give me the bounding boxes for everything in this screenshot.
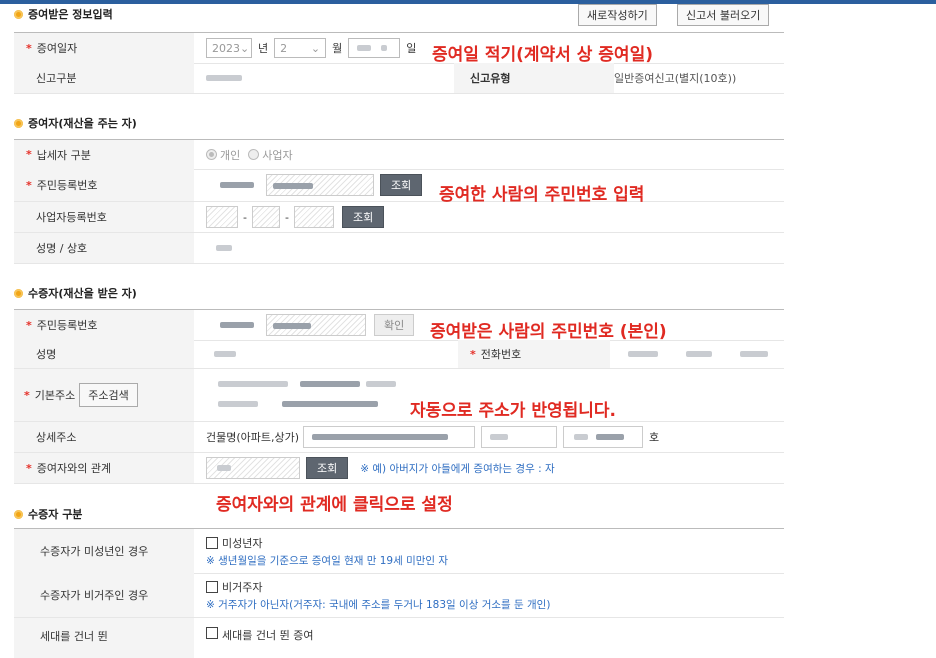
bizno-row: 사업자등록번호 - - 조회 xyxy=(14,202,784,233)
generation-skip-row: 세대를 건너 뛴 세대를 건너 뛴 증여 xyxy=(14,618,784,658)
address-row: * 기본주소 주소검색 xyxy=(14,369,784,422)
bizno-part2-input[interactable] xyxy=(251,206,280,228)
generation-skip-checkbox[interactable] xyxy=(206,627,218,639)
dong-input[interactable] xyxy=(481,426,558,448)
building-name-input[interactable] xyxy=(303,426,476,448)
relation-input[interactable] xyxy=(206,457,300,479)
report-kind-label: 신고유형 xyxy=(470,72,511,85)
radio-business[interactable] xyxy=(248,149,260,160)
chevron-down-icon: ⌄ xyxy=(240,41,250,55)
address-search-button[interactable]: 주소검색 xyxy=(79,383,138,407)
donee-rrn-back-input[interactable] xyxy=(266,314,366,336)
new-form-button[interactable]: 새로작성하기 xyxy=(578,4,657,26)
minor-row: 수증자가 미성년인 경우 미성년자 ※ 생년월일을 기준으로 증여일 현재 만 … xyxy=(14,528,784,574)
taxpayer-type-row: * 납세자 구분 개인 사업자 xyxy=(14,139,784,170)
phone-label: 전화번호 xyxy=(480,348,522,361)
minor-checkbox[interactable] xyxy=(206,536,218,549)
annotation-address: 자동으로 주소가 반영됩니다. xyxy=(410,401,616,421)
donor-lookup-button[interactable]: 조회 xyxy=(380,174,423,196)
annotation-relation: 증여자와의 관계에 클릭으로 설정 xyxy=(216,495,453,515)
detail-address-row: 상세주소 건물명(아파트,상가) 호 xyxy=(14,422,784,453)
section-bullet-icon xyxy=(14,9,23,19)
section-bullet-icon xyxy=(14,509,23,519)
report-type-row: 신고구분 신고유형 일반증여신고(별지(10호)) xyxy=(14,63,784,94)
nonresident-row: 수증자가 비거주인 경우 비거주자 ※ 거주자가 아닌자(거주자: 국내에 주소… xyxy=(14,573,784,618)
annotation-gift-date: 증여일 적기(계약서 상 증여일) xyxy=(432,45,653,65)
section-donor-title: 증여자(재산을 주는 자) xyxy=(14,115,137,131)
section-donee-title: 수증자(재산을 받은 자) xyxy=(14,285,137,301)
relation-note: ※ 예) 아버지가 아들에게 증여하는 경우 : 자 xyxy=(360,462,555,475)
bizno-lookup-button[interactable]: 조회 xyxy=(341,206,385,228)
chevron-down-icon: ⌄ xyxy=(310,41,321,55)
top-border xyxy=(0,0,936,4)
donor-rrn-back-input[interactable] xyxy=(266,174,374,196)
donee-name-row: 성명 * 전화번호 xyxy=(14,340,784,369)
section-donee-type-title: 수증자 구분 xyxy=(14,506,82,522)
section-bullet-icon xyxy=(14,288,23,298)
gift-date-label: 증여일자 xyxy=(36,42,78,55)
phone-input-group[interactable] xyxy=(614,340,784,368)
report-type-label: 신고구분 xyxy=(36,72,77,85)
donor-rrn-row: * 주민등록번호 조회 xyxy=(14,169,784,202)
donor-name-row: 성명 / 상호 xyxy=(14,233,784,264)
annotation-donee-rrn: 증여받은 사람의 주민번호 (본인) xyxy=(430,322,667,342)
nonresident-checkbox[interactable] xyxy=(206,580,218,593)
load-report-button[interactable]: 신고서 불러오기 xyxy=(677,4,770,26)
relation-row: * 증여자와의 관계 조회 ※ 예) 아버지가 아들에게 증여하는 경우 : 자 xyxy=(14,453,784,484)
bizno-part1-input[interactable] xyxy=(206,206,238,228)
bizno-part3-input[interactable] xyxy=(293,206,334,228)
relation-lookup-button[interactable]: 조회 xyxy=(306,457,349,479)
radio-individual[interactable] xyxy=(206,149,217,160)
section-gift-info-title: 증여받은 정보입력 xyxy=(14,6,113,22)
year-select[interactable]: 2023 ⌄ xyxy=(206,38,252,58)
donee-confirm-button[interactable]: 확인 xyxy=(374,314,415,336)
ho-input[interactable] xyxy=(563,426,644,448)
donor-rrn-front-input[interactable] xyxy=(206,174,266,196)
month-select[interactable]: 2 ⌄ xyxy=(274,38,327,58)
donee-rrn-row: * 주민등록번호 확인 xyxy=(14,309,784,341)
gift-date-row: * 증여일자 2023 ⌄ 년 2 ⌄ 월 일 xyxy=(14,32,784,64)
report-kind-value: 일반증여신고(별지(10호)) xyxy=(614,72,737,85)
donee-rrn-front-input[interactable] xyxy=(206,314,266,336)
annotation-donor-rrn: 증여한 사람의 주민번호 입력 xyxy=(439,185,645,205)
section-bullet-icon xyxy=(14,118,23,128)
day-select[interactable] xyxy=(348,38,401,58)
